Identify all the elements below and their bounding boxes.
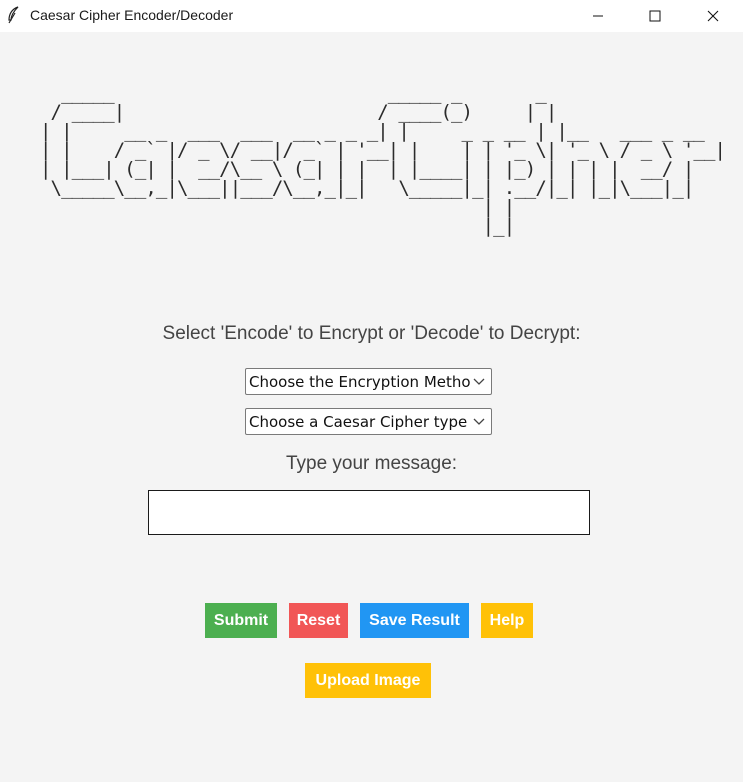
message-input[interactable] [148, 490, 590, 535]
chevron-down-icon [473, 378, 485, 385]
chevron-down-icon [473, 418, 485, 425]
cipher-type-value: Choose a Caesar Cipher type [249, 413, 468, 431]
help-button[interactable]: Help [481, 603, 533, 638]
message-prompt-label: Type your message: [285, 453, 458, 474]
minimize-button[interactable] [575, 0, 621, 32]
cipher-type-select[interactable]: Choose a Caesar Cipher type [245, 408, 492, 435]
feather-icon [6, 6, 22, 24]
reset-button[interactable]: Reset [289, 603, 348, 638]
save-result-button[interactable]: Save Result [360, 603, 469, 638]
maximize-button[interactable] [632, 0, 678, 32]
minimize-icon [593, 15, 603, 17]
title-bar: Caesar Cipher Encoder/Decoder [0, 0, 743, 32]
window-title: Caesar Cipher Encoder/Decoder [30, 7, 234, 23]
submit-button[interactable]: Submit [205, 603, 277, 638]
mode-prompt-label: Select 'Encode' to Encrypt or 'Decode' t… [162, 323, 581, 344]
encryption-method-value: Choose the Encryption Method [249, 373, 471, 391]
maximize-icon [649, 10, 661, 22]
close-button[interactable] [690, 0, 736, 32]
upload-image-button[interactable]: Upload Image [305, 663, 431, 698]
encryption-method-select[interactable]: Choose the Encryption Method [245, 368, 492, 395]
close-icon [707, 10, 719, 22]
caesar-cipher-ascii-banner: _____ _____ _ _ / ____| / ____(_) | | | … [40, 82, 726, 237]
